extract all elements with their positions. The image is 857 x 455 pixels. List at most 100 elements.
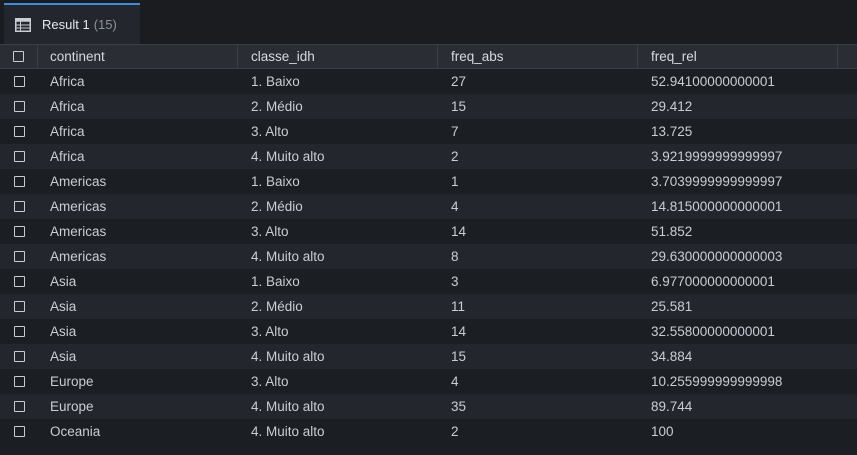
cell-continent[interactable]: Africa (38, 119, 238, 144)
cell-freq-rel[interactable]: 29.630000000000003 (638, 244, 838, 269)
table-row[interactable]: Europe 3. Alto 4 10.255999999999998 (0, 369, 857, 394)
row-checkbox[interactable] (13, 176, 25, 187)
tab-result-1[interactable]: Result 1 (15) (4, 3, 140, 44)
column-header-freq-rel[interactable]: freq_rel (638, 45, 838, 68)
cell-freq-abs[interactable]: 14 (438, 319, 638, 344)
cell-continent[interactable]: Americas (38, 244, 238, 269)
row-checkbox[interactable] (13, 226, 25, 237)
cell-classe-idh[interactable]: 4. Muito alto (238, 344, 438, 369)
cell-classe-idh[interactable]: 4. Muito alto (238, 394, 438, 419)
table-row[interactable]: Oceania 4. Muito alto 2 100 (0, 419, 857, 444)
cell-classe-idh[interactable]: 3. Alto (238, 219, 438, 244)
row-select-cell (0, 219, 38, 244)
table-row[interactable]: Asia 2. Médio 11 25.581 (0, 294, 857, 319)
cell-freq-abs[interactable]: 3 (438, 269, 638, 294)
cell-classe-idh[interactable]: 4. Muito alto (238, 419, 438, 444)
row-checkbox[interactable] (13, 251, 25, 262)
cell-classe-idh[interactable]: 3. Alto (238, 119, 438, 144)
table-row[interactable]: Asia 1. Baixo 3 6.977000000000001 (0, 269, 857, 294)
table-row[interactable]: Americas 2. Médio 4 14.815000000000001 (0, 194, 857, 219)
cell-freq-rel[interactable]: 52.94100000000001 (638, 69, 838, 94)
cell-freq-abs[interactable]: 15 (438, 94, 638, 119)
table-row[interactable]: Africa 4. Muito alto 2 3.9219999999999997 (0, 144, 857, 169)
cell-freq-rel[interactable]: 3.9219999999999997 (638, 144, 838, 169)
table-row[interactable]: Asia 3. Alto 14 32.55800000000001 (0, 319, 857, 344)
table-row[interactable]: Africa 3. Alto 7 13.725 (0, 119, 857, 144)
cell-freq-abs[interactable]: 15 (438, 344, 638, 369)
cell-continent[interactable]: Oceania (38, 419, 238, 444)
cell-freq-abs[interactable]: 8 (438, 244, 638, 269)
cell-freq-abs[interactable]: 27 (438, 69, 638, 94)
cell-classe-idh[interactable]: 1. Baixo (238, 269, 438, 294)
cell-freq-rel[interactable]: 32.55800000000001 (638, 319, 838, 344)
cell-freq-rel[interactable]: 34.884 (638, 344, 838, 369)
cell-freq-abs[interactable]: 2 (438, 144, 638, 169)
table-row[interactable]: Americas 4. Muito alto 8 29.630000000000003 (0, 244, 857, 269)
cell-classe-idh[interactable]: 2. Médio (238, 194, 438, 219)
cell-freq-rel[interactable]: 14.815000000000001 (638, 194, 838, 219)
table-row[interactable]: Africa 1. Baixo 27 52.94100000000001 (0, 69, 857, 94)
row-checkbox[interactable] (13, 426, 25, 437)
cell-classe-idh[interactable]: 2. Médio (238, 294, 438, 319)
cell-classe-idh[interactable]: 1. Baixo (238, 69, 438, 94)
cell-continent[interactable]: Asia (38, 344, 238, 369)
cell-freq-rel[interactable]: 51.852 (638, 219, 838, 244)
cell-freq-abs[interactable]: 4 (438, 369, 638, 394)
cell-continent[interactable]: Asia (38, 294, 238, 319)
row-checkbox[interactable] (13, 301, 25, 312)
cell-continent[interactable]: Africa (38, 69, 238, 94)
column-header-classe-idh[interactable]: classe_idh (238, 45, 438, 68)
row-checkbox[interactable] (13, 126, 25, 137)
cell-continent[interactable]: Europe (38, 394, 238, 419)
table-row[interactable]: Asia 4. Muito alto 15 34.884 (0, 344, 857, 369)
cell-freq-abs[interactable]: 35 (438, 394, 638, 419)
cell-continent[interactable]: Asia (38, 319, 238, 344)
cell-freq-abs[interactable]: 1 (438, 169, 638, 194)
table-row[interactable]: Americas 3. Alto 14 51.852 (0, 219, 857, 244)
cell-freq-rel[interactable]: 10.255999999999998 (638, 369, 838, 394)
cell-continent[interactable]: Americas (38, 194, 238, 219)
cell-freq-rel[interactable]: 6.977000000000001 (638, 269, 838, 294)
cell-freq-abs[interactable]: 2 (438, 419, 638, 444)
cell-freq-rel[interactable]: 100 (638, 419, 838, 444)
cell-freq-abs[interactable]: 7 (438, 119, 638, 144)
row-checkbox[interactable] (13, 401, 25, 412)
cell-continent[interactable]: Africa (38, 94, 238, 119)
cell-classe-idh[interactable]: 3. Alto (238, 369, 438, 394)
cell-continent[interactable]: Africa (38, 144, 238, 169)
cell-freq-rel[interactable]: 25.581 (638, 294, 838, 319)
row-checkbox[interactable] (13, 76, 25, 87)
table-row[interactable]: Americas 1. Baixo 1 3.7039999999999997 (0, 169, 857, 194)
header-row: continent classe_idh freq_abs freq_rel (0, 44, 857, 69)
cell-freq-rel[interactable]: 29.412 (638, 94, 838, 119)
cell-classe-idh[interactable]: 3. Alto (238, 319, 438, 344)
row-checkbox[interactable] (13, 351, 25, 362)
cell-classe-idh[interactable]: 2. Médio (238, 94, 438, 119)
cell-freq-rel[interactable]: 3.7039999999999997 (638, 169, 838, 194)
row-checkbox[interactable] (13, 326, 25, 337)
horizontal-scrollbar[interactable] (0, 446, 857, 455)
cell-freq-abs[interactable]: 4 (438, 194, 638, 219)
cell-continent[interactable]: Americas (38, 219, 238, 244)
cell-continent[interactable]: Americas (38, 169, 238, 194)
row-checkbox[interactable] (13, 151, 25, 162)
column-header-continent[interactable]: continent (38, 45, 238, 68)
cell-freq-rel[interactable]: 13.725 (638, 119, 838, 144)
select-all-checkbox[interactable] (13, 51, 24, 62)
row-checkbox[interactable] (13, 201, 25, 212)
cell-freq-abs[interactable]: 14 (438, 219, 638, 244)
cell-freq-abs[interactable]: 11 (438, 294, 638, 319)
table-row[interactable]: Africa 2. Médio 15 29.412 (0, 94, 857, 119)
select-all-cell (0, 45, 38, 68)
cell-classe-idh[interactable]: 4. Muito alto (238, 244, 438, 269)
cell-classe-idh[interactable]: 1. Baixo (238, 169, 438, 194)
row-checkbox[interactable] (13, 101, 25, 112)
cell-continent[interactable]: Europe (38, 369, 238, 394)
cell-continent[interactable]: Asia (38, 269, 238, 294)
row-checkbox[interactable] (13, 276, 25, 287)
cell-freq-rel[interactable]: 89.744 (638, 394, 838, 419)
column-header-freq-abs[interactable]: freq_abs (438, 45, 638, 68)
table-row[interactable]: Europe 4. Muito alto 35 89.744 (0, 394, 857, 419)
row-checkbox[interactable] (13, 376, 25, 387)
cell-classe-idh[interactable]: 4. Muito alto (238, 144, 438, 169)
